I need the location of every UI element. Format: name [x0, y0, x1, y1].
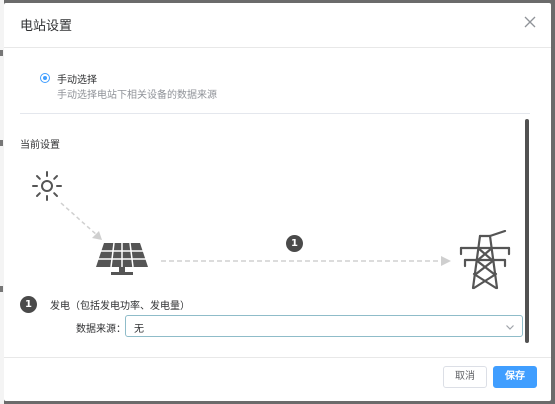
sun-icon: [32, 171, 62, 201]
background-tick: [0, 50, 3, 56]
chevron-down-icon: [506, 325, 514, 330]
solar-panel-icon: [96, 242, 148, 275]
close-icon[interactable]: [523, 15, 537, 29]
station-settings-dialog: 电站设置 手动选择 手动选择电站下相关设备的数据来源 当前设置 1 1 发电（包…: [4, 3, 551, 401]
dialog-footer: 取消 保存: [4, 357, 551, 401]
dialog-title: 电站设置: [20, 19, 73, 34]
step-badge: 1: [286, 235, 303, 252]
power-tower-icon: [459, 230, 511, 290]
scrollbar[interactable]: [525, 119, 529, 343]
data-source-select[interactable]: 无: [125, 315, 523, 337]
section-title: 当前设置: [20, 140, 60, 151]
radio-description: 手动选择电站下相关设备的数据来源: [57, 90, 217, 101]
background-tick: [0, 140, 3, 146]
save-button[interactable]: 保存: [493, 366, 537, 388]
data-source-label: 数据来源：: [76, 324, 126, 335]
cancel-button[interactable]: 取消: [443, 366, 487, 388]
radio-label: 手动选择: [57, 75, 97, 86]
divider: [20, 113, 530, 114]
data-source-value: 无: [134, 324, 144, 335]
radio-button[interactable]: [40, 73, 50, 83]
info-badge: 1: [20, 296, 37, 313]
dialog-header: 电站设置: [4, 3, 551, 48]
sun-to-panel-arrow: [60, 202, 102, 240]
generation-label: 发电（包括发电功率、发电量）: [50, 301, 190, 312]
background-tick: [0, 286, 3, 292]
panel-to-grid-arrow: [161, 256, 451, 266]
